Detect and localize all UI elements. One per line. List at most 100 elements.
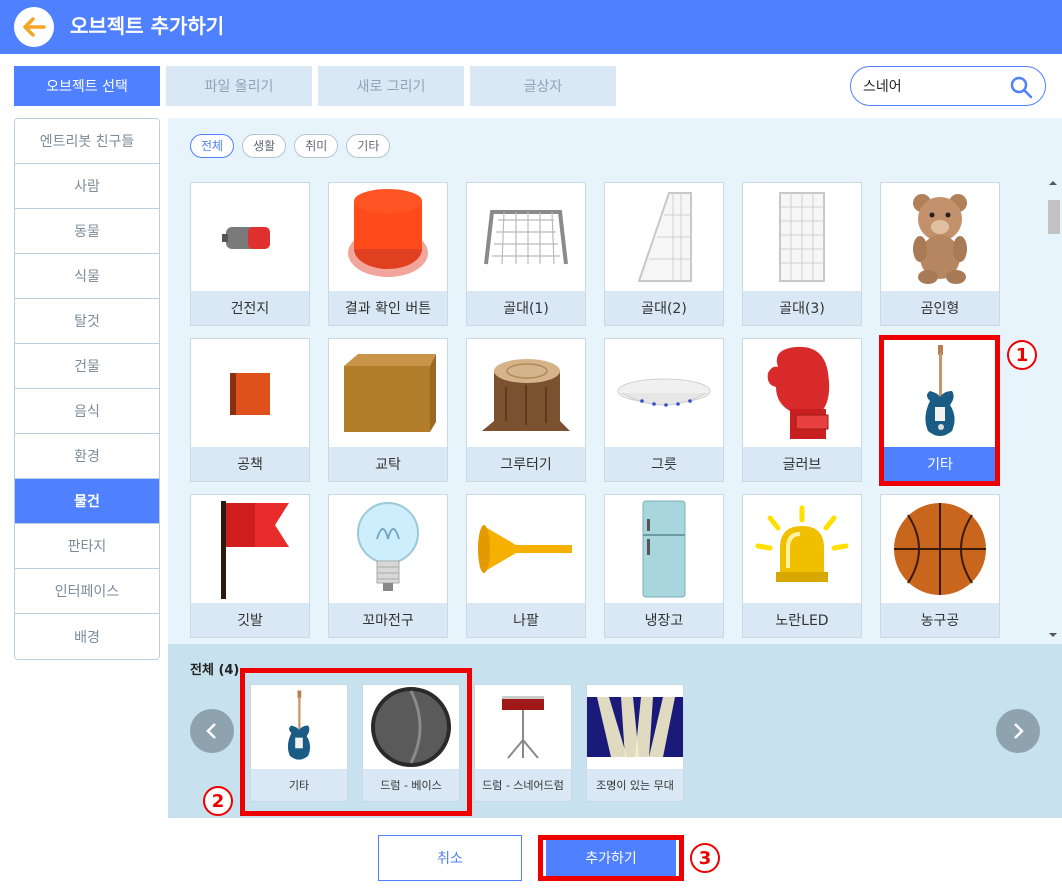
filter-etc[interactable]: 기타: [346, 134, 391, 158]
sidebar-item-buildings[interactable]: 건물: [15, 344, 159, 389]
tab-file-upload[interactable]: 파일 올리기: [166, 66, 312, 106]
selected-item-stage-lights[interactable]: 조명이 있는 무대: [586, 684, 684, 802]
basketball-image: [881, 495, 999, 603]
object-card-basketball[interactable]: 농구공: [880, 494, 1000, 638]
object-label: 그루터기: [467, 447, 585, 481]
annotation-number-1: 1: [1007, 340, 1037, 370]
object-card-notebook[interactable]: 공책: [190, 338, 310, 482]
stage-lights-image: [587, 685, 683, 769]
object-card-tree-stump[interactable]: 그루터기: [466, 338, 586, 482]
red-button-image: [329, 183, 447, 291]
tab-new-drawing[interactable]: 새로 그리기: [318, 66, 464, 106]
highlight-box-guitar: [879, 335, 1000, 486]
object-label: 곰인형: [881, 291, 999, 325]
grid-scrollbar[interactable]: [1046, 178, 1060, 640]
arrow-left-icon: [23, 17, 46, 37]
sidebar-item-people[interactable]: 사람: [15, 164, 159, 209]
search-box: [850, 66, 1046, 106]
header-bar: 오브젝트 추가하기: [0, 0, 1062, 54]
sidebar-item-interface[interactable]: 인터페이스: [15, 569, 159, 614]
page-title: 오브젝트 추가하기: [70, 14, 225, 38]
light-bulb-image: [329, 495, 447, 603]
back-button[interactable]: [14, 7, 54, 47]
object-card-trumpet[interactable]: 나팔: [466, 494, 586, 638]
object-label: 골대(2): [605, 291, 723, 325]
object-card-yellow-led[interactable]: 노란LED: [742, 494, 862, 638]
annotation-number-3: 3: [690, 843, 720, 873]
flag-image: [191, 495, 309, 603]
scroll-thumb[interactable]: [1048, 200, 1060, 234]
object-card-goal-1[interactable]: 골대(1): [466, 182, 586, 326]
sidebar-item-things[interactable]: 물건: [15, 479, 159, 524]
sidebar-item-animals[interactable]: 동물: [15, 209, 159, 254]
tray-prev-button[interactable]: [190, 709, 234, 753]
object-card-light-bulb[interactable]: 꼬마전구: [328, 494, 448, 638]
object-label: 깃발: [191, 603, 309, 637]
sidebar-item-food[interactable]: 음식: [15, 389, 159, 434]
object-label: 그릇: [605, 447, 723, 481]
object-label: 드럼 - 스네어드럼: [475, 769, 571, 801]
object-card-glove[interactable]: 글러브: [742, 338, 862, 482]
podium-image: [329, 339, 447, 447]
bowl-image: [605, 339, 723, 447]
object-label: 교탁: [329, 447, 447, 481]
object-label: 결과 확인 버튼: [329, 291, 447, 325]
tray-next-button[interactable]: [996, 709, 1040, 753]
filter-all[interactable]: 전체: [190, 134, 235, 158]
object-label: 노란LED: [743, 603, 861, 637]
selected-count-title: 전체 (4): [190, 663, 240, 678]
sidebar-item-fantasy[interactable]: 판타지: [15, 524, 159, 569]
object-card-refrigerator[interactable]: 냉장고: [604, 494, 724, 638]
boxing-glove-image: [743, 339, 861, 447]
object-card-goal-3[interactable]: 골대(3): [742, 182, 862, 326]
object-card-podium[interactable]: 교탁: [328, 338, 448, 482]
object-label: 나팔: [467, 603, 585, 637]
search-input[interactable]: [863, 75, 1003, 97]
highlight-box-selected: [240, 668, 472, 816]
yellow-led-image: [743, 495, 861, 603]
trumpet-image: [467, 495, 585, 603]
cancel-button[interactable]: 취소: [378, 835, 522, 881]
sidebar-item-vehicles[interactable]: 탈것: [15, 299, 159, 344]
object-label: 건전지: [191, 291, 309, 325]
goal-net-image: [467, 183, 585, 291]
object-label: 글러브: [743, 447, 861, 481]
object-card-result-button[interactable]: 결과 확인 버튼: [328, 182, 448, 326]
battery-image: [191, 183, 309, 291]
refrigerator-image: [605, 495, 723, 603]
tab-text-box[interactable]: 글상자: [470, 66, 616, 106]
category-sidebar: 엔트리봇 친구들 사람 동물 식물 탈것 건물 음식 환경 물건 판타지 인터페…: [14, 118, 160, 660]
object-card-flag[interactable]: 깃발: [190, 494, 310, 638]
highlight-box-add: [538, 835, 684, 881]
object-label: 냉장고: [605, 603, 723, 637]
object-label: 골대(1): [467, 291, 585, 325]
annotation-number-2: 2: [203, 786, 233, 816]
scroll-down-icon[interactable]: [1046, 630, 1060, 640]
tree-stump-image: [467, 339, 585, 447]
tab-object-select[interactable]: 오브젝트 선택: [14, 66, 160, 106]
scroll-up-icon[interactable]: [1046, 178, 1060, 188]
object-label: 공책: [191, 447, 309, 481]
search-icon[interactable]: [1009, 75, 1033, 99]
object-label: 골대(3): [743, 291, 861, 325]
sidebar-item-background[interactable]: 배경: [15, 614, 159, 659]
object-card-teddy-bear[interactable]: 곰인형: [880, 182, 1000, 326]
sidebar-item-plants[interactable]: 식물: [15, 254, 159, 299]
filter-life[interactable]: 생활: [242, 134, 287, 158]
selected-item-snare-drum[interactable]: 드럼 - 스네어드럼: [474, 684, 572, 802]
goal-side-image: [605, 183, 723, 291]
sidebar-item-entrybot-friends[interactable]: 엔트리봇 친구들: [15, 119, 159, 164]
object-label: 조명이 있는 무대: [587, 769, 683, 801]
object-card-bowl[interactable]: 그릇: [604, 338, 724, 482]
goal-front-image: [743, 183, 861, 291]
teddy-bear-image: [881, 183, 999, 291]
filter-hobby[interactable]: 취미: [294, 134, 339, 158]
object-card-battery[interactable]: 건전지: [190, 182, 310, 326]
chevron-right-icon: [1014, 723, 1024, 739]
object-label: 꼬마전구: [329, 603, 447, 637]
filter-chips: 전체 생활 취미 기타: [190, 134, 391, 158]
snare-drum-image: [475, 685, 571, 769]
sidebar-item-environment[interactable]: 환경: [15, 434, 159, 479]
object-card-goal-2[interactable]: 골대(2): [604, 182, 724, 326]
chevron-left-icon: [206, 723, 216, 739]
